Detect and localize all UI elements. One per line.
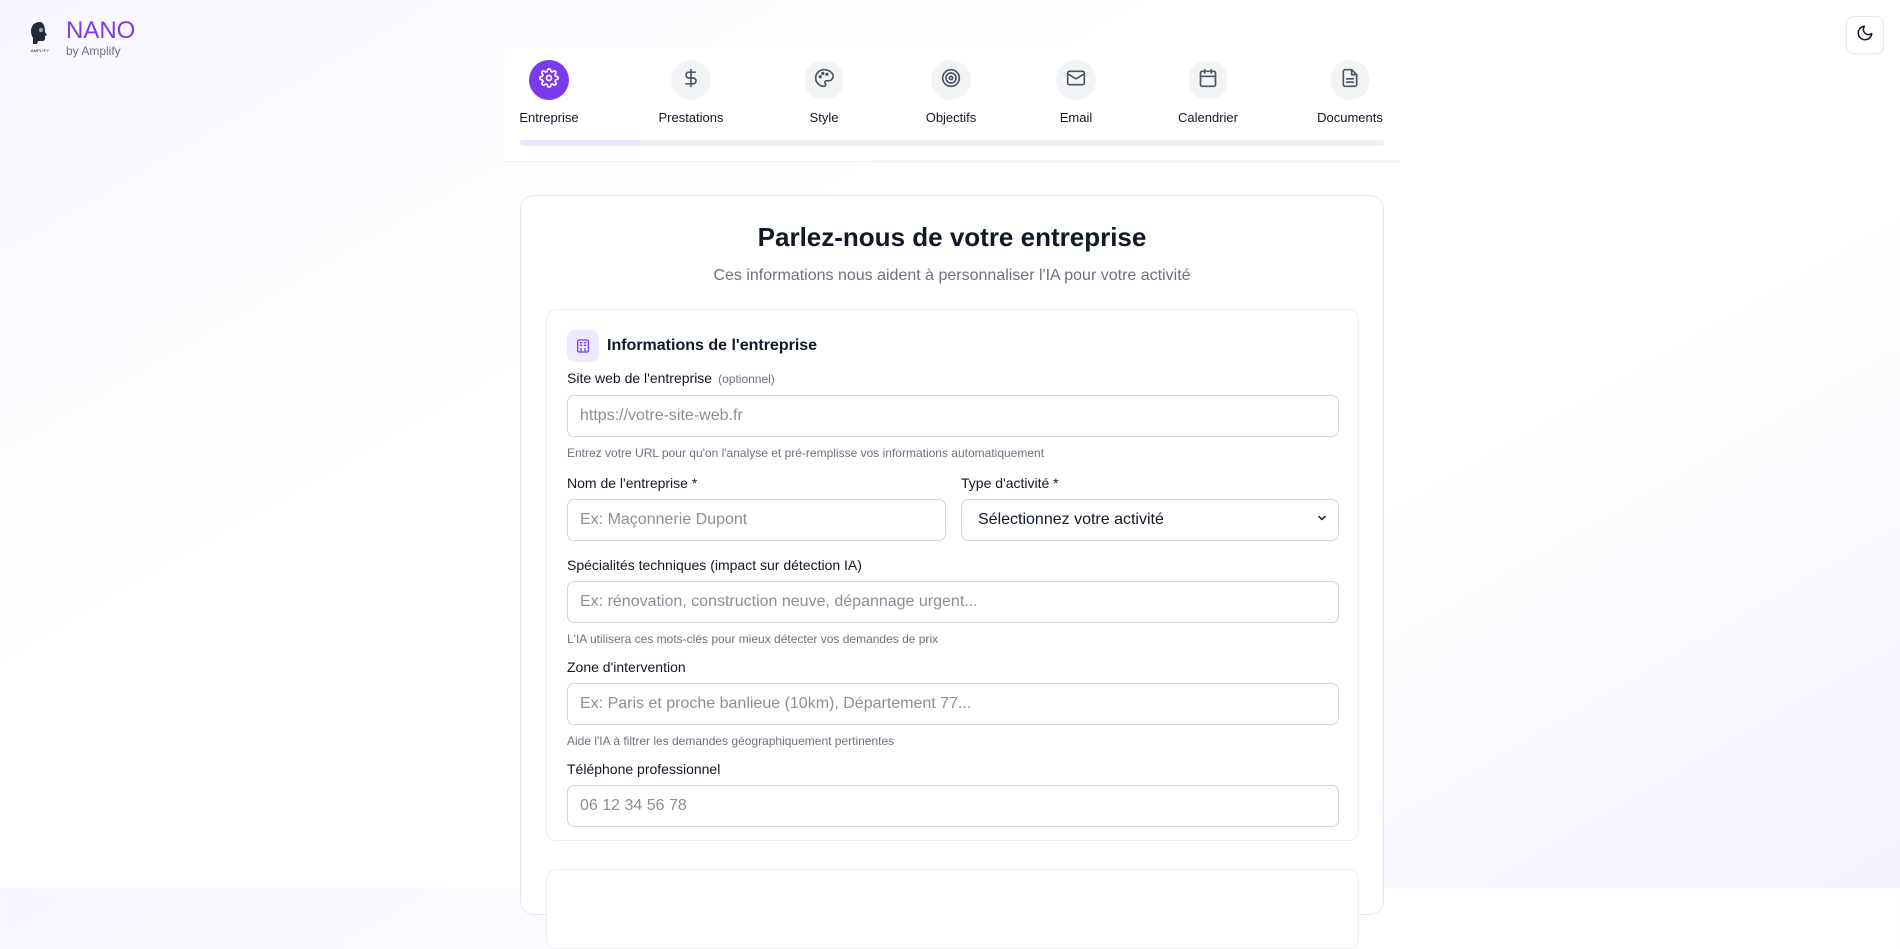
step-prestations[interactable]: Prestations bbox=[641, 60, 741, 125]
phone-input[interactable] bbox=[567, 785, 1339, 827]
activity-type-label: Type d'activité * bbox=[961, 475, 1059, 491]
mail-icon bbox=[1066, 68, 1086, 93]
step-style[interactable]: Style bbox=[774, 60, 874, 125]
phone-field: Téléphone professionnel bbox=[567, 761, 1339, 827]
logo-text: AMPLIFY bbox=[30, 48, 50, 53]
step-email[interactable]: Email bbox=[1026, 60, 1126, 125]
section-title: Informations de l'entreprise bbox=[607, 337, 818, 354]
specialties-field: Spécialités techniques (impact sur détec… bbox=[567, 557, 1339, 646]
zone-label: Zone d'intervention bbox=[567, 659, 686, 675]
company-info-card: Parlez-nous de votre entreprise Ces info… bbox=[520, 195, 1384, 949]
step-label: Documents bbox=[1317, 110, 1383, 125]
company-name-field: Nom de l'entreprise * bbox=[567, 475, 946, 541]
website-input[interactable] bbox=[567, 395, 1339, 437]
section-header: Informations de l'entreprise bbox=[567, 330, 817, 362]
dollar-icon bbox=[681, 68, 701, 93]
specialties-input[interactable] bbox=[567, 581, 1339, 623]
optional-tag: (optionnel) bbox=[718, 372, 775, 386]
page-title: Parlez-nous de votre entreprise bbox=[757, 222, 1147, 252]
brand-subtitle: by Amplify bbox=[66, 44, 121, 58]
document-icon bbox=[1340, 68, 1360, 93]
amplify-logo: AMPLIFY bbox=[26, 21, 54, 55]
palette-icon bbox=[814, 68, 834, 93]
theme-toggle-button[interactable] bbox=[1846, 16, 1884, 54]
specialties-hint: L'IA utilisera ces mots-clés pour mieux … bbox=[567, 632, 939, 646]
page-subtitle: Ces informations nous aident à personnal… bbox=[713, 267, 1191, 284]
specialties-label: Spécialités techniques (impact sur détec… bbox=[567, 557, 862, 573]
step-entreprise[interactable]: Entreprise bbox=[499, 60, 599, 125]
step-documents[interactable]: Documents bbox=[1300, 60, 1400, 125]
brand-name: NANO bbox=[66, 17, 136, 44]
calendar-icon bbox=[1198, 68, 1218, 93]
gear-icon bbox=[539, 67, 559, 93]
step-label: Prestations bbox=[658, 110, 724, 125]
step-label: Email bbox=[1059, 110, 1093, 125]
website-hint: Entrez votre URL pour qu'on l'analyse et… bbox=[567, 446, 1045, 460]
zone-field: Zone d'intervention Aide l'IA à filtrer … bbox=[567, 659, 1339, 748]
zone-hint: Aide l'IA à filtrer les demandes géograp… bbox=[567, 734, 895, 748]
target-icon bbox=[941, 68, 961, 93]
progress-track bbox=[520, 140, 1384, 146]
next-section bbox=[546, 869, 1359, 949]
website-field: Site web de l'entreprise (optionnel) Entr… bbox=[567, 370, 1339, 460]
zone-input[interactable] bbox=[567, 683, 1339, 725]
step-label: Objectifs bbox=[925, 110, 977, 125]
activity-type-field: Type d'activité * Sélectionnez votre act… bbox=[961, 475, 1339, 541]
company-info-section: Informations de l'entreprise Site web de… bbox=[546, 309, 1359, 841]
building-icon bbox=[567, 330, 599, 362]
phone-label: Téléphone professionnel bbox=[567, 761, 721, 777]
step-label: Entreprise bbox=[519, 110, 579, 125]
brand[interactable]: AMPLIFY NANO by Amplify bbox=[26, 17, 136, 59]
step-objectifs[interactable]: Objectifs bbox=[901, 60, 1001, 125]
onboarding-stepper: Entreprise Prestations Style Objectifs E… bbox=[504, 49, 1400, 162]
progress-fill bbox=[520, 140, 641, 146]
step-label: Calendrier bbox=[1178, 110, 1238, 125]
company-name-label: Nom de l'entreprise * bbox=[567, 475, 698, 491]
activity-type-select[interactable]: Sélectionnez votre activité bbox=[961, 499, 1339, 541]
activity-type-value: Sélectionnez votre activité bbox=[978, 511, 1164, 528]
company-name-input[interactable] bbox=[567, 499, 946, 541]
moon-icon bbox=[1856, 24, 1874, 47]
step-calendrier[interactable]: Calendrier bbox=[1158, 60, 1258, 125]
chevron-down-icon bbox=[1316, 511, 1328, 529]
website-label: Site web de l'entreprise bbox=[567, 370, 713, 386]
step-label: Style bbox=[809, 110, 839, 125]
